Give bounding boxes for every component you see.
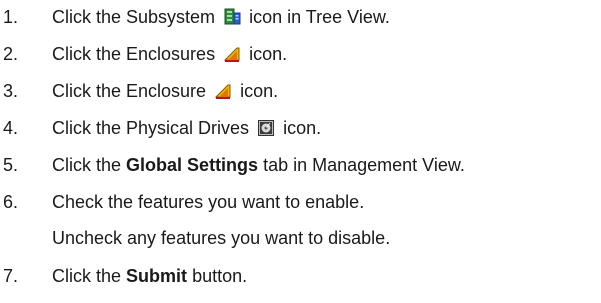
step-3: 3. Click the Enclosure icon. [0, 76, 600, 106]
step-5: 5. Click the Global Settings tab in Mana… [0, 150, 600, 180]
step-4: 4. Click the Physical Drives icon. [0, 113, 600, 143]
step-text: icon. [283, 118, 322, 138]
step-number: 7. [3, 266, 19, 286]
enclosure-icon [214, 82, 232, 100]
step-number: 1. [3, 7, 19, 27]
instruction-list: 1. Click the Subsystem icon in Tree View… [0, 0, 601, 303]
step-number: 6. [3, 192, 19, 212]
step-text: Check the features you want to enable. [52, 192, 365, 212]
step-text: icon. [240, 81, 279, 101]
step-number: 5. [3, 155, 19, 175]
step-number: 2. [3, 44, 19, 64]
step-text: Click the Subsystem [52, 7, 216, 27]
step-text: icon. [249, 44, 288, 64]
subsystem-icon [223, 8, 241, 26]
step-number: 3. [3, 81, 19, 101]
step-text: Click the Enclosure [52, 81, 207, 101]
global-settings-tab-label: Global Settings [126, 155, 259, 175]
step-1: 1. Click the Subsystem icon in Tree View… [0, 2, 600, 32]
step-7: 7. Click the Submit button. [0, 261, 600, 291]
step-text: Click the [52, 266, 122, 286]
step-text: Uncheck any features you want to disable… [52, 228, 391, 248]
step-text: Click the [52, 155, 122, 175]
submit-button-label: Submit [126, 266, 188, 286]
step-text: Click the Enclosures [52, 44, 216, 64]
enclosures-icon [223, 45, 241, 63]
step-text: Click the Physical Drives [52, 118, 250, 138]
step-text: tab in Management View. [263, 155, 465, 175]
step-text: button. [192, 266, 248, 286]
step-text: icon in Tree View. [249, 7, 390, 27]
step-2: 2. Click the Enclosures icon. [0, 39, 600, 69]
step-6-continuation: Uncheck any features you want to disable… [0, 223, 600, 253]
step-number: 4. [3, 118, 19, 138]
step-6: 6. Check the features you want to enable… [0, 187, 600, 217]
physical-drives-icon [257, 119, 275, 137]
